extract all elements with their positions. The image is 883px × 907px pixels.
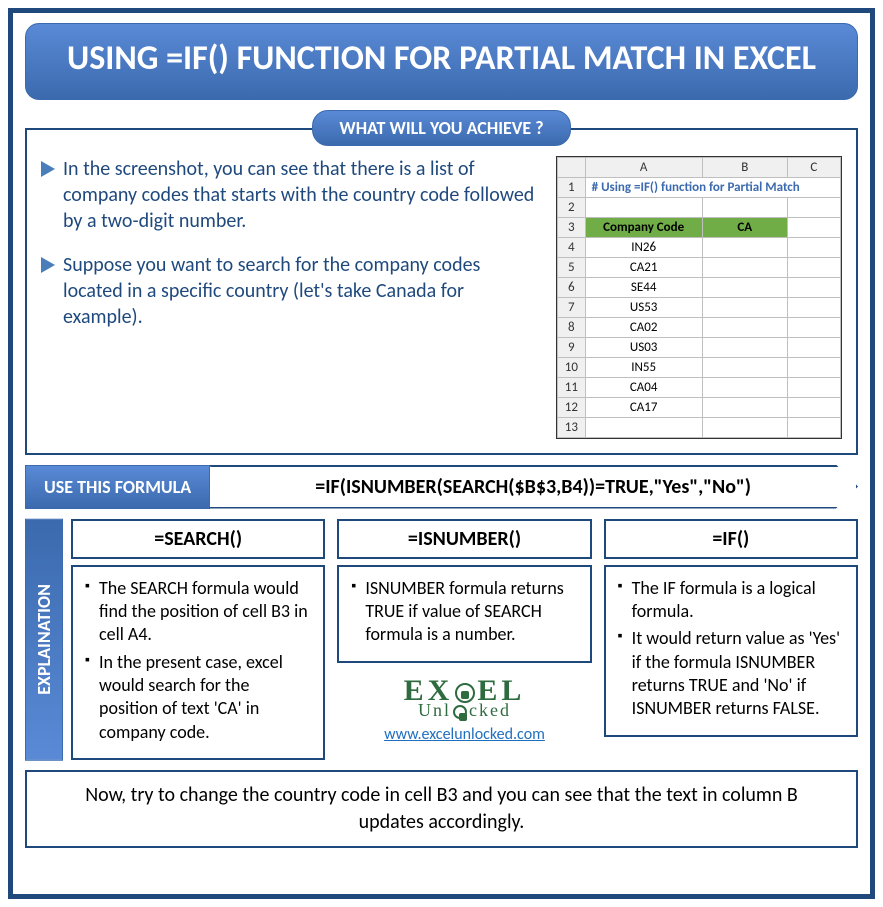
excel-row-num: 10 [558,357,586,377]
formula-text: =IF(ISNUMBER(SEARCH($B$3,B4))=TRUE,"Yes"… [208,465,858,509]
excel-header-company-code: Company Code [585,217,702,237]
explain-col-if: =IF() The IF formula is a logical formul… [604,519,858,737]
excel-title-cell: # Using =IF() function for Partial Match [585,177,840,197]
explain-isnumber-item: ISNUMBER formula returns TRUE if value o… [351,577,577,647]
excel-data-cell: SE44 [585,277,702,297]
subheading-what-achieve: WHAT WILL YOU ACHIEVE ? [312,110,570,146]
excel-data-cell: US03 [585,337,702,357]
excel-data-cell: US53 [585,297,702,317]
excel-row-num: 13 [558,417,586,437]
explain-head-if: =IF() [604,519,858,559]
excel-data-cell: IN26 [585,237,702,257]
excel-row-num: 2 [558,197,586,217]
page-title: USING =IF() FUNCTION FOR PARTIAL MATCH I… [25,23,858,100]
explanation-side-label: EXPLAINATION [25,519,63,761]
excel-data-cell: CA04 [585,377,702,397]
brand-logo: EX​EL Unlcked www.excelunlocked.com [337,677,591,744]
explain-if-item: It would return value as 'Yes' if the fo… [618,627,844,721]
explain-search-item: The SEARCH formula would find the positi… [85,577,311,647]
explain-head-search: =SEARCH() [71,519,325,559]
lock-icon [455,683,475,703]
excel-col-a: A [585,157,702,177]
explain-search-item: In the present case, excel would search … [85,651,311,745]
excel-data-cell: CA17 [585,397,702,417]
excel-screenshot: A B C 1 # Using =IF() function for Parti… [556,156,842,439]
excel-row-num: 5 [558,257,586,277]
excel-col-c: C [787,157,840,177]
excel-row-num: 1 [558,177,586,197]
excel-data-cell: IN55 [585,357,702,377]
excel-row-num: 7 [558,297,586,317]
achieve-section: In the screenshot, you can see that ther… [25,128,858,455]
excel-row-num: 3 [558,217,586,237]
logo-line2: Unlcked [337,700,591,721]
bullet-text-1: In the screenshot, you can see that ther… [63,156,542,234]
excel-header-ca: CA [702,217,787,237]
explain-if-item: The IF formula is a logical formula. [618,577,844,624]
excel-data-cell: CA02 [585,317,702,337]
excel-corner-cell [558,157,586,177]
formula-label: USE THIS FORMULA [25,465,210,509]
explain-head-isnumber: =ISNUMBER() [337,519,591,559]
excel-row-num: 8 [558,317,586,337]
excel-row-num: 9 [558,337,586,357]
excel-row-num: 4 [558,237,586,257]
excel-data-cell: CA21 [585,257,702,277]
explain-col-isnumber: =ISNUMBER() ISNUMBER formula returns TRU… [337,519,591,744]
excel-row-num: 6 [558,277,586,297]
triangle-bullet-icon [41,161,55,177]
formula-bar: USE THIS FORMULA =IF(ISNUMBER(SEARCH($B$… [25,465,858,509]
lock-icon [453,705,467,719]
bullet-text-2: Suppose you want to search for the compa… [63,252,542,330]
excel-row-num: 12 [558,397,586,417]
explain-col-search: =SEARCH() The SEARCH formula would find … [71,519,325,761]
triangle-bullet-icon [41,257,55,273]
excel-row-num: 11 [558,377,586,397]
excel-col-b: B [702,157,787,177]
footer-note: Now, try to change the country code in c… [25,770,858,848]
brand-url-link[interactable]: www.excelunlocked.com [337,725,591,744]
